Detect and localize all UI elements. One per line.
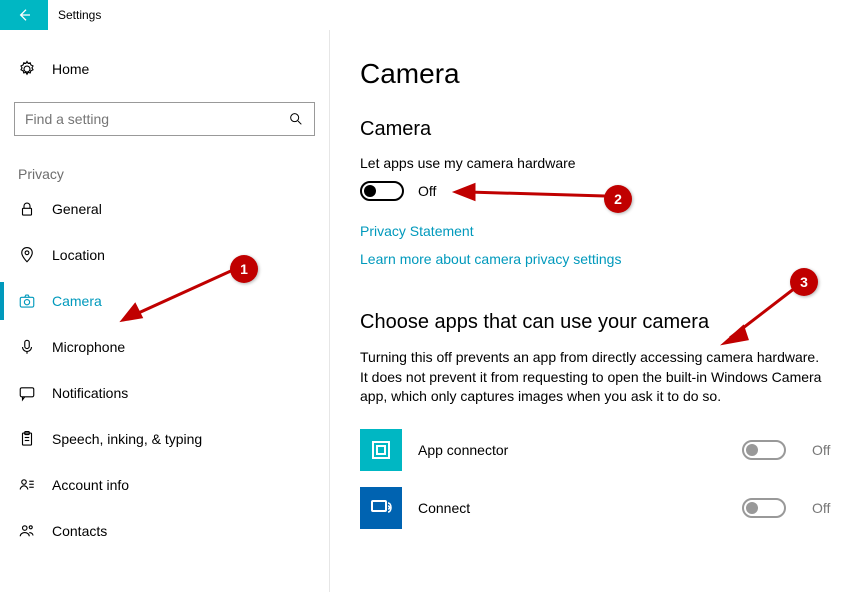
annotation-badge-2: 2	[604, 185, 632, 213]
sidebar-item-notifications[interactable]: Notifications	[14, 370, 315, 416]
app-connector-icon	[360, 429, 402, 471]
annotation-badge-1: 1	[230, 255, 258, 283]
learn-more-link[interactable]: Learn more about camera privacy settings	[360, 251, 621, 267]
app-state-label: Off	[812, 500, 836, 516]
sidebar-item-label: Speech, inking, & typing	[52, 431, 202, 447]
notification-icon	[18, 384, 36, 402]
sidebar-item-camera[interactable]: Camera	[14, 278, 315, 324]
sidebar-item-label: Contacts	[52, 523, 107, 539]
sidebar-item-general[interactable]: General	[14, 186, 315, 232]
clipboard-icon	[18, 430, 36, 448]
home-label: Home	[52, 61, 89, 77]
app-toggle[interactable]	[742, 440, 786, 460]
location-icon	[18, 246, 36, 264]
arrow-left-icon	[16, 7, 32, 23]
section-body: Turning this off prevents an app from di…	[360, 348, 830, 407]
app-name-label: App connector	[418, 442, 726, 458]
microphone-icon	[18, 338, 36, 356]
toggle-state-label: Off	[418, 183, 436, 199]
page-title: Camera	[360, 58, 836, 90]
app-toggle[interactable]	[742, 498, 786, 518]
sidebar-item-account[interactable]: Account info	[14, 462, 315, 508]
camera-icon	[18, 292, 36, 310]
sidebar-item-label: Notifications	[52, 385, 128, 401]
sidebar-item-label: Camera	[52, 293, 102, 309]
home-button[interactable]: Home	[14, 52, 315, 86]
account-icon	[18, 476, 36, 494]
sidebar-item-label: General	[52, 201, 102, 217]
app-state-label: Off	[812, 442, 836, 458]
back-button[interactable]	[0, 0, 48, 30]
main-panel: Camera Camera Let apps use my camera har…	[330, 30, 856, 592]
title-bar: Settings	[0, 0, 856, 30]
sidebar-section-header: Privacy	[14, 166, 315, 186]
app-name-label: Connect	[418, 500, 726, 516]
sidebar-item-speech[interactable]: Speech, inking, & typing	[14, 416, 315, 462]
sidebar-item-label: Microphone	[52, 339, 125, 355]
search-input[interactable]	[25, 111, 288, 127]
app-row: Connect Off	[360, 487, 836, 529]
gear-icon	[18, 60, 36, 78]
toggle-description: Let apps use my camera hardware	[360, 155, 836, 171]
search-icon	[288, 111, 304, 127]
window-title: Settings	[48, 0, 101, 30]
sidebar-item-label: Location	[52, 247, 105, 263]
section-title-camera: Camera	[360, 118, 836, 141]
annotation-badge-3: 3	[790, 268, 818, 296]
privacy-statement-link[interactable]: Privacy Statement	[360, 223, 474, 239]
connect-icon	[360, 487, 402, 529]
contacts-icon	[18, 522, 36, 540]
sidebar: Home Privacy General Location Camera Mic…	[0, 30, 330, 592]
sidebar-item-contacts[interactable]: Contacts	[14, 508, 315, 554]
search-box[interactable]	[14, 102, 315, 136]
sidebar-item-location[interactable]: Location	[14, 232, 315, 278]
sidebar-item-label: Account info	[52, 477, 129, 493]
lock-icon	[18, 200, 36, 218]
app-row: App connector Off	[360, 429, 836, 471]
section-title-choose: Choose apps that can use your camera	[360, 311, 836, 334]
camera-toggle[interactable]	[360, 181, 404, 201]
sidebar-item-microphone[interactable]: Microphone	[14, 324, 315, 370]
